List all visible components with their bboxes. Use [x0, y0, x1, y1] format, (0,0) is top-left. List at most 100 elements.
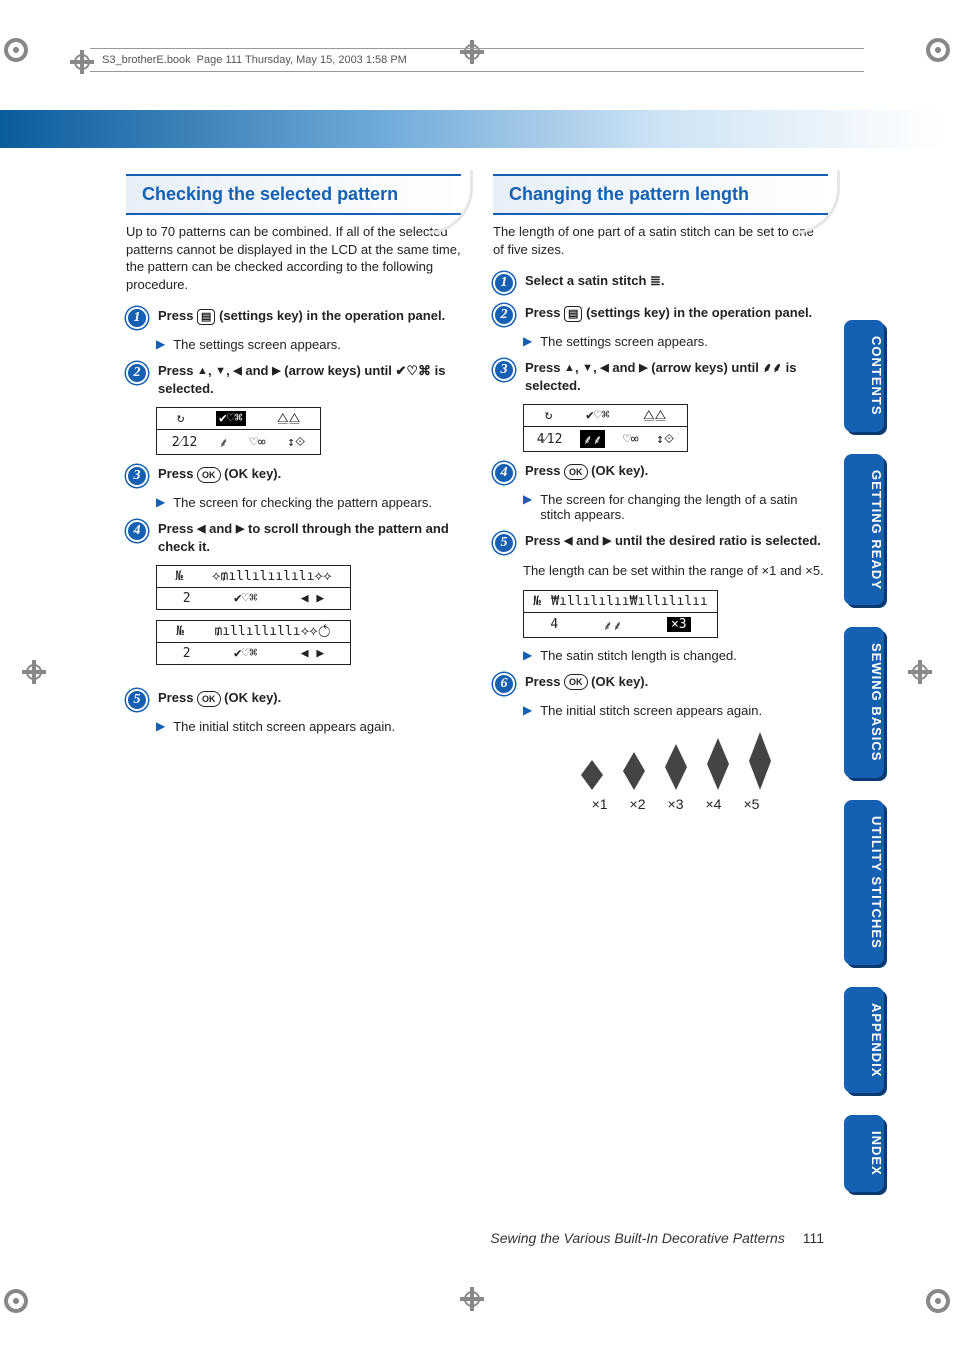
stitch-shape-icon: [707, 738, 729, 790]
ratio-x5: ×5: [805, 563, 820, 578]
result-text: The initial stitch screen appears again.: [540, 703, 762, 718]
lcd-stitch-preview: ⟡₥ıllılıılılı⟡⟡: [212, 569, 332, 584]
column-left: Checking the selected pattern Up to 70 p…: [126, 174, 461, 812]
step-1: 1 Press ▤ (settings key) in the operatio…: [126, 307, 461, 329]
tab-getting-ready[interactable]: GETTING READY: [844, 454, 884, 606]
chapter-band: [0, 110, 944, 148]
step-text: .: [661, 273, 665, 288]
step-text: Press: [525, 360, 560, 375]
ratio-label: ×1: [592, 796, 608, 812]
satin-length-icon: ⸙⸙: [763, 360, 783, 375]
tab-sewing-basics[interactable]: SEWING BASICS: [844, 627, 884, 777]
step-text: and: [612, 360, 635, 375]
step-text: Press: [158, 521, 193, 536]
arrow-left-icon: ◀: [564, 535, 572, 547]
ratio-labels: ×1 ×2 ×3 ×4 ×5: [523, 796, 828, 812]
step-result: ▶ The initial stitch screen appears agai…: [523, 703, 828, 718]
step-text: and: [245, 363, 268, 378]
result-text: The settings screen appears.: [173, 337, 341, 352]
step-text: (OK key).: [224, 690, 281, 705]
step-number-icon: 1: [493, 272, 515, 294]
arrow-right-icon: ▶: [236, 523, 244, 535]
footer-page-number: 111: [803, 1230, 824, 1246]
lcd-stitch-preview: ₥ıllıllıllı⟡⟡⥀: [214, 624, 330, 639]
arrow-right-icon: ▶: [603, 535, 611, 547]
ratio-illustration: [523, 732, 828, 790]
section-intro: The length of one part of a satin stitch…: [493, 223, 828, 258]
step-1: 1 Select a satin stitch ≣.: [493, 272, 828, 294]
arrow-left-icon: ◀: [600, 362, 608, 374]
lcd-nav: ◀ ▶: [301, 646, 324, 661]
step-result: ▶ The screen for checking the pattern ap…: [156, 495, 461, 510]
lcd-value-selected: ×3: [667, 617, 691, 632]
stitch-shape-icon: [665, 744, 687, 790]
step-text: (arrow keys) until: [284, 363, 392, 378]
step-3: 3 Press ▲, ▼, ◀ and ▶ (arrow keys) until…: [493, 359, 828, 394]
lcd-value: 4: [550, 617, 558, 632]
page-content: Checking the selected pattern Up to 70 p…: [0, 110, 944, 1261]
step-2: 2 Press ▤ (settings key) in the operatio…: [493, 304, 828, 326]
lcd-icon: ⧋⧋: [277, 411, 300, 426]
step-2: 2 Press ▲, ▼, ◀ and ▶ (arrow keys) until…: [126, 362, 461, 397]
arrow-right-icon: ▶: [272, 365, 280, 377]
settings-key-icon: ▤: [197, 309, 215, 325]
result-arrow-icon: ▶: [156, 495, 165, 510]
arrow-up-icon: ▲: [564, 362, 575, 374]
lcd-icon: ↕⟐: [287, 435, 305, 450]
ratio-label: ×2: [630, 796, 646, 812]
tab-utility-stitches[interactable]: UTILITY STITCHES: [844, 800, 884, 965]
lcd-icon: ⸙: [219, 433, 229, 451]
lcd-row: № ⟡₥ıllılıılılı⟡⟡: [157, 566, 350, 587]
result-arrow-icon: ▶: [523, 334, 532, 349]
header-pageinfo: Page 111 Thursday, May 15, 2003 1:58 PM: [197, 54, 407, 66]
step-number-icon: 2: [126, 362, 148, 384]
lcd-icon: ↻: [177, 411, 185, 426]
lcd-row: ↻ ✔♡⌘ ⧋⧋: [524, 405, 687, 426]
step-result: ▶ The settings screen appears.: [156, 337, 461, 352]
step-result: ▶ The settings screen appears.: [523, 334, 828, 349]
result-arrow-icon: ▶: [156, 719, 165, 734]
section-title: Checking the selected pattern: [142, 184, 398, 204]
step-number-icon: 4: [493, 462, 515, 484]
tab-appendix[interactable]: APPENDIX: [844, 987, 884, 1093]
lcd-icon: №: [175, 569, 183, 584]
step-text: Press: [525, 305, 560, 320]
registration-cross-icon: [460, 1287, 484, 1311]
result-text: The screen for changing the length of a …: [540, 492, 828, 522]
step-text: (OK key).: [224, 466, 281, 481]
step-3: 3 Press OK (OK key).: [126, 465, 461, 487]
header-filename: S3_brotherE.book: [102, 54, 191, 66]
section-decoration-icon: [794, 170, 840, 234]
lcd-icon: ♡∞: [623, 432, 639, 447]
lcd-row: 2 ✔♡⌘ ◀ ▶: [157, 587, 350, 609]
result-text: The screen for checking the pattern appe…: [173, 495, 432, 510]
lcd-value: 2: [183, 646, 191, 661]
tab-index[interactable]: INDEX: [844, 1115, 884, 1192]
tab-contents[interactable]: CONTENTS: [844, 320, 884, 432]
step-number-icon: 5: [493, 532, 515, 554]
step-text: Press: [158, 690, 193, 705]
result-arrow-icon: ▶: [156, 337, 165, 352]
step-number-icon: 6: [493, 673, 515, 695]
ok-key-icon: OK: [564, 674, 588, 690]
lcd-screen: № ₩ıllılılıı₩ıllılılıı 4 ⸙⸙ ×3: [523, 590, 718, 638]
step-text: Press: [158, 308, 193, 323]
crop-mark-icon: [4, 38, 28, 62]
side-tabs: CONTENTS GETTING READY SEWING BASICS UTI…: [844, 320, 884, 1192]
step-text: until the desired ratio is selected.: [615, 533, 821, 548]
step-text: Press: [158, 363, 193, 378]
step-text: (OK key).: [591, 463, 648, 478]
check-pattern-icon: ✔♡⌘: [396, 363, 432, 378]
lcd-row: 2⁄12 ⸙ ♡∞ ↕⟐: [157, 429, 320, 454]
lcd-row: 2 ✔♡⌘ ◀ ▶: [157, 642, 350, 664]
page-header: S3_brotherE.book Page 111 Thursday, May …: [90, 48, 864, 72]
lcd-screen: № ₥ıllıllıllı⟡⟡⥀ 2 ✔♡⌘ ◀ ▶: [156, 620, 351, 665]
step-number-icon: 1: [126, 307, 148, 329]
step-result: ▶ The satin stitch length is changed.: [523, 648, 828, 663]
stitch-shape-icon: [623, 752, 645, 790]
lcd-value: 2: [183, 591, 191, 606]
satin-stitch-icon: ≣: [650, 273, 661, 288]
section-title: Changing the pattern length: [509, 184, 749, 204]
step-text: Press: [158, 466, 193, 481]
ratio-label: ×3: [668, 796, 684, 812]
